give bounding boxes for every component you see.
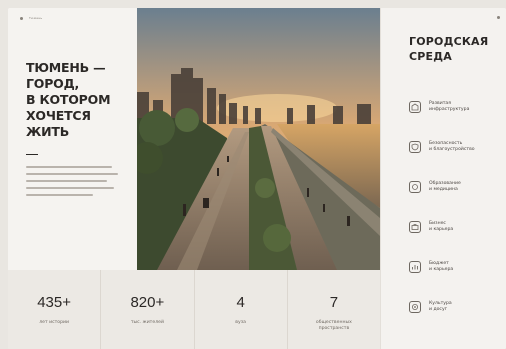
stats-bar: 435+ лет истории 820+ тыс. жителей 4 вуз… [8, 270, 380, 349]
text-line [26, 173, 119, 175]
text-line [26, 166, 113, 168]
hero-panel: Тюмень ТЮМЕНЬ — ГОРОД, В КОТОРОМ ХОЧЕТСЯ… [8, 8, 137, 270]
hero-title-line: ТЮМЕНЬ — [26, 60, 106, 75]
hero-paragraph-placeholder [26, 166, 122, 201]
briefcase-icon [409, 221, 421, 233]
feature-label: Бизнес и карьера [429, 221, 453, 233]
feature-label-line: и карьера [429, 267, 454, 272]
feature-label-line: Культура [429, 301, 452, 306]
feature-label-line: и благоустройство [429, 147, 475, 152]
feature-label: Бюджет и карьера [429, 261, 453, 273]
stat-label: общественных пространств [315, 320, 352, 331]
panel-title: ГОРОДСКАЯ СРЕДА [409, 34, 488, 64]
building-icon [409, 101, 421, 113]
divider [26, 154, 38, 155]
brand-label[interactable]: Тюмень [29, 16, 42, 20]
stat-value: 820+ [130, 294, 165, 311]
graduation-icon [409, 181, 421, 193]
hero-title-line: ХОЧЕТСЯ ЖИТЬ [26, 108, 91, 139]
feature-label: Развитая инфраструктура [429, 101, 469, 113]
feature-item-culture[interactable]: Культура и досуг [409, 287, 501, 327]
stat-public-spaces: 7 общественных пространств [288, 270, 380, 349]
feature-label-line: инфраструктура [429, 107, 470, 112]
feature-item-business[interactable]: Бизнес и карьера [409, 207, 501, 247]
feature-label-line: и медицина [429, 187, 458, 192]
feature-label: Культура и досуг [429, 301, 452, 313]
close-icon[interactable] [497, 16, 500, 19]
menu-icon[interactable] [20, 16, 23, 20]
feature-label: Безопасность и благоустройство [429, 141, 475, 153]
theater-icon [409, 301, 421, 313]
feature-item-budget[interactable]: Бюджет и карьера [409, 247, 501, 287]
stat-value: 435+ [37, 294, 72, 311]
stat-value: 7 [329, 294, 339, 311]
feature-label-line: Образование [429, 181, 461, 186]
text-line [26, 180, 107, 182]
chart-icon [409, 261, 421, 273]
feature-item-infrastructure[interactable]: Развитая инфраструктура [409, 87, 501, 127]
embankment-photo-illustration [137, 8, 380, 270]
feature-item-safety[interactable]: Безопасность и благоустройство [409, 127, 501, 167]
stat-label: вуза [235, 320, 246, 325]
feature-label-line: Бизнес [429, 221, 446, 226]
stat-label: лет истории [39, 320, 70, 325]
stat-history: 435+ лет истории [8, 270, 102, 349]
stat-value: 4 [236, 294, 245, 311]
feature-label-line: Развитая [429, 101, 451, 106]
top-bar: Тюмень [20, 16, 42, 20]
feature-label: Образование и медицина [429, 181, 461, 193]
stat-universities: 4 вуза [195, 270, 288, 349]
hero-title-line: В КОТОРОМ [26, 92, 111, 107]
hero-title-line: ГОРОД, [26, 76, 80, 91]
feature-label-line: Бюджет [429, 261, 449, 266]
page-frame: Тюмень ТЮМЕНЬ — ГОРОД, В КОТОРОМ ХОЧЕТСЯ… [8, 8, 506, 349]
shield-icon [409, 141, 421, 153]
text-line [26, 187, 115, 189]
hero-photo [137, 8, 380, 270]
panel-title-line: ГОРОДСКАЯ [409, 35, 489, 48]
panel-title-line: СРЕДА [409, 50, 452, 63]
stat-label: тыс. жителей [130, 320, 164, 325]
feature-label-line: и карьера [429, 227, 454, 232]
hero-title: ТЮМЕНЬ — ГОРОД, В КОТОРОМ ХОЧЕТСЯ ЖИТЬ [26, 60, 134, 140]
urban-environment-panel: ГОРОДСКАЯ СРЕДА Развитая инфраструктура … [380, 8, 506, 349]
feature-label-line: и досуг [429, 307, 448, 312]
feature-label-line: Безопасность [429, 141, 463, 146]
stat-population: 820+ тыс. жителей [101, 270, 195, 349]
feature-item-education[interactable]: Образование и медицина [409, 167, 501, 207]
text-line [26, 194, 94, 196]
feature-list: Развитая инфраструктура Безопасность и б… [409, 87, 501, 327]
